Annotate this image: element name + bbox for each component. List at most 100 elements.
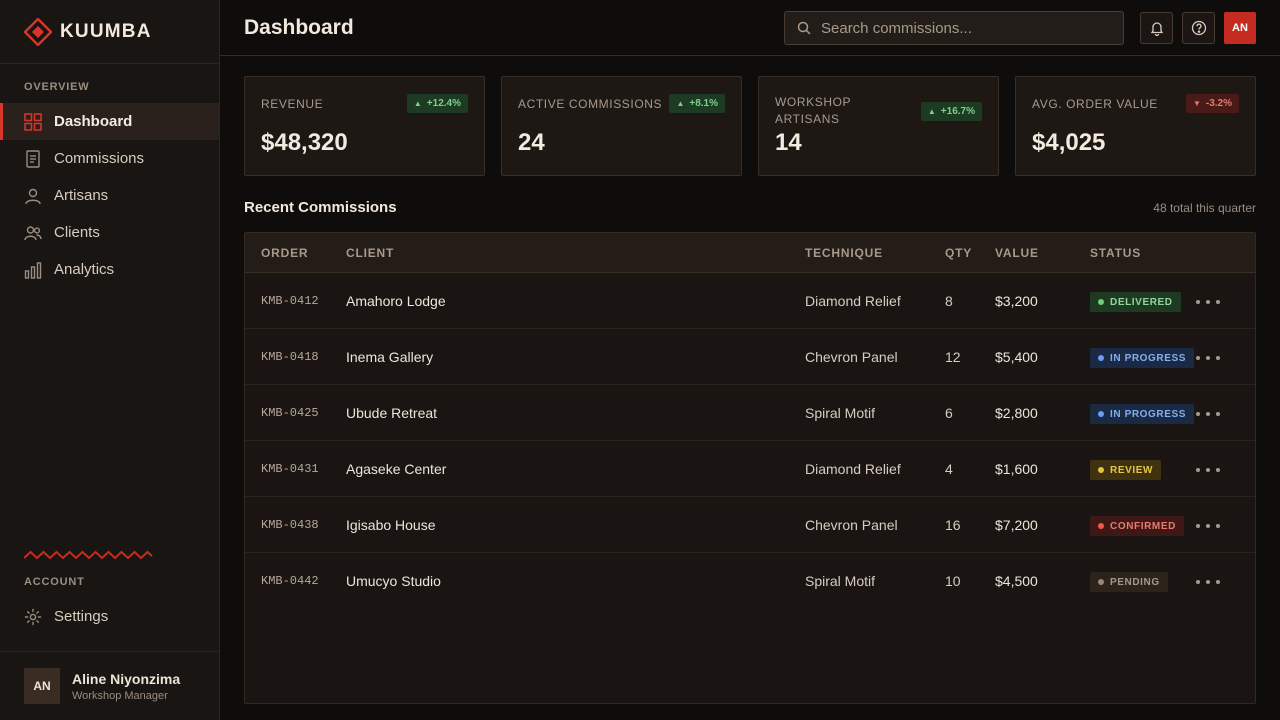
stat-card-workshop-artisans: WORKSHOP ARTISANS ▲ +16.7% 14: [758, 76, 999, 176]
client-name: Inema Gallery: [346, 349, 434, 365]
stat-label: REVENUE: [261, 97, 324, 111]
table-row[interactable]: KMB-0425 Ubude Retreat Spiral Motif 6 $2…: [245, 385, 1255, 441]
user-role: Workshop Manager: [72, 689, 168, 702]
order-id: KMB-0438: [261, 518, 319, 532]
sidebar-item-label: Dashboard: [54, 113, 133, 130]
column-header-status[interactable]: STATUS: [1090, 246, 1141, 260]
more-options-icon[interactable]: [1196, 580, 1226, 584]
notifications-button[interactable]: [1140, 12, 1173, 44]
more-options-icon[interactable]: [1196, 524, 1226, 528]
help-icon: [1191, 20, 1207, 36]
table-row[interactable]: KMB-0431 Agaseke Center Diamond Relief 4…: [245, 441, 1255, 497]
header-avatar[interactable]: AN: [1224, 12, 1256, 44]
more-options-icon[interactable]: [1196, 468, 1226, 472]
client-name: Igisabo House: [346, 517, 436, 533]
sidebar-item-artisans[interactable]: Artisans: [0, 177, 219, 214]
sidebar-item-analytics[interactable]: Analytics: [0, 251, 219, 288]
status-badge: CONFIRMED: [1090, 516, 1184, 536]
order-value: $4,500: [995, 573, 1038, 589]
stat-label: AVG. ORDER VALUE: [1032, 97, 1158, 111]
stat-value: $48,320: [261, 129, 348, 156]
qty: 6: [945, 405, 953, 421]
sidebar-item-settings[interactable]: Settings: [0, 598, 219, 635]
account-label: ACCOUNT: [24, 576, 85, 588]
delta-badge: ▲ +16.7%: [920, 102, 982, 121]
qty: 4: [945, 461, 953, 477]
order-id: KMB-0418: [261, 350, 319, 364]
grid-icon: [24, 112, 42, 131]
sidebar-item-label: Clients: [54, 224, 100, 241]
stat-card-active-commissions: ACTIVE COMMISSIONS ▲ +8.1% 24: [501, 76, 742, 176]
table-row[interactable]: KMB-0418 Inema Gallery Chevron Panel 12 …: [245, 329, 1255, 385]
status-text: PENDING: [1110, 576, 1160, 588]
column-header-qty[interactable]: QTY: [945, 246, 972, 260]
order-id: KMB-0442: [261, 574, 319, 588]
page-title: Dashboard: [244, 15, 354, 39]
sidebar-item-label: Commissions: [54, 150, 145, 167]
brand-name: KUUMBA: [60, 20, 152, 42]
order-id: KMB-0425: [261, 406, 319, 420]
column-header-client[interactable]: CLIENT: [346, 246, 394, 260]
document-icon: [24, 149, 42, 168]
people-icon: [24, 224, 42, 242]
arrow-down-icon: ▼: [1192, 99, 1201, 108]
more-options-icon[interactable]: [1196, 300, 1226, 304]
table-row[interactable]: KMB-0442 Umucyo Studio Spiral Motif 10 $…: [245, 553, 1255, 610]
client-name: Agaseke Center: [346, 461, 447, 477]
brand[interactable]: KUUMBA: [0, 0, 219, 64]
sidebar-item-clients[interactable]: Clients: [0, 214, 219, 251]
column-header-value[interactable]: VALUE: [995, 246, 1039, 260]
more-options-icon[interactable]: [1196, 356, 1226, 360]
arrow-up-icon: ▲: [676, 99, 685, 108]
commissions-table: ORDER CLIENT TECHNIQUE QTY VALUE STATUS …: [244, 232, 1256, 704]
zigzag-divider: [24, 550, 153, 560]
status-badge: IN PROGRESS: [1090, 348, 1195, 368]
help-button[interactable]: [1182, 12, 1215, 44]
status-text: IN PROGRESS: [1110, 408, 1187, 420]
search-icon: [797, 21, 811, 35]
stat-value: 24: [518, 129, 545, 156]
sidebar-item-dashboard[interactable]: Dashboard: [0, 103, 219, 140]
delta-badge: ▲ +8.1%: [669, 94, 725, 113]
client-name: Amahoro Lodge: [346, 293, 446, 309]
table-row[interactable]: KMB-0438 Igisabo House Chevron Panel 16 …: [245, 497, 1255, 553]
status-text: CONFIRMED: [1110, 520, 1176, 532]
sidebar-item-commissions[interactable]: Commissions: [0, 140, 219, 177]
stat-card-avg-order-value: AVG. ORDER VALUE ▼ -3.2% $4,025: [1015, 76, 1256, 176]
table-row[interactable]: KMB-0412 Amahoro Lodge Diamond Relief 8 …: [245, 273, 1255, 329]
sidebar-item-label: Analytics: [54, 261, 115, 278]
order-id: KMB-0412: [261, 294, 319, 308]
bar-chart-icon: [24, 261, 42, 279]
stat-value: 14: [775, 129, 802, 156]
search-box[interactable]: [784, 11, 1124, 45]
stat-card-revenue: REVENUE ▲ +12.4% $48,320: [244, 76, 485, 176]
column-header-order[interactable]: ORDER: [261, 246, 308, 260]
status-badge: DELIVERED: [1090, 292, 1181, 312]
overview-label: OVERVIEW: [24, 81, 90, 93]
status-text: DELIVERED: [1110, 296, 1173, 308]
delta-badge: ▼ -3.2%: [1185, 94, 1239, 113]
delta-value: +16.7%: [940, 106, 975, 117]
sidebar: KUUMBA OVERVIEW Dashboard Commissions Ar…: [0, 0, 220, 720]
status-text: IN PROGRESS: [1110, 352, 1187, 364]
order-value: $1,600: [995, 461, 1038, 477]
gear-icon: [24, 608, 42, 626]
delta-value: -3.2%: [1205, 98, 1232, 109]
bell-icon: [1149, 20, 1165, 36]
user-profile[interactable]: AN Aline Niyonzima Workshop Manager: [0, 651, 219, 720]
technique: Diamond Relief: [805, 461, 901, 477]
more-options-icon[interactable]: [1196, 412, 1226, 416]
status-badge: PENDING: [1090, 572, 1168, 592]
search-input[interactable]: [821, 19, 1111, 37]
column-header-technique[interactable]: TECHNIQUE: [805, 246, 883, 260]
sidebar-nav: Dashboard Commissions Artisans Clients A…: [0, 103, 219, 288]
client-name: Ubude Retreat: [346, 405, 438, 421]
arrow-up-icon: ▲: [413, 99, 422, 108]
technique: Diamond Relief: [805, 293, 901, 309]
delta-value: +8.1%: [689, 98, 718, 109]
qty: 12: [945, 349, 961, 365]
order-value: $5,400: [995, 349, 1038, 365]
top-header: Dashboard AN: [220, 0, 1280, 56]
qty: 16: [945, 517, 961, 533]
delta-value: +12.4%: [426, 98, 461, 109]
